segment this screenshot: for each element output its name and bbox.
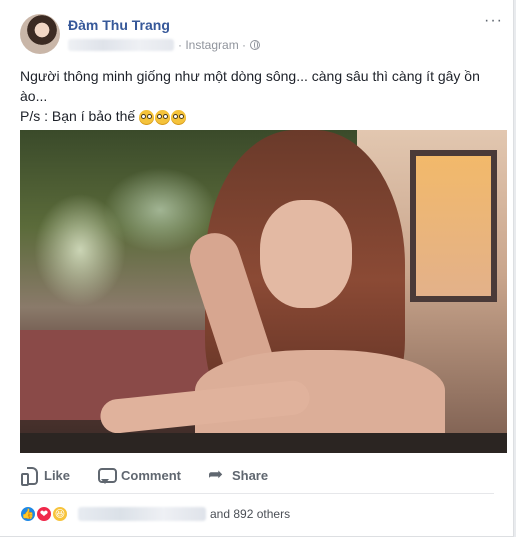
- post-text-line: P/s : Bạn í bảo thế: [20, 106, 500, 126]
- photo-subject-face: [260, 200, 352, 308]
- comment-bubble-icon: [97, 466, 118, 484]
- like-label: Like: [44, 467, 71, 483]
- reactors-names-redacted: [78, 507, 206, 521]
- share-button[interactable]: Share: [208, 464, 269, 485]
- divider: [20, 493, 494, 494]
- share-label: Share: [231, 467, 269, 483]
- haha-reaction-icon: 😆: [52, 506, 68, 522]
- nerd-emoji-icon: [139, 109, 155, 125]
- post-meta: · Instagram ·: [68, 38, 261, 52]
- author-name[interactable]: Đàm Thu Trang: [68, 17, 170, 33]
- thumbs-up-icon: [20, 466, 38, 486]
- share-arrow-icon: [208, 464, 226, 485]
- emoji-group: [139, 109, 187, 125]
- post-card: Đàm Thu Trang · Instagram · ··· Người th…: [0, 0, 514, 537]
- nerd-emoji-icon: [155, 109, 171, 125]
- globe-icon: [250, 40, 261, 50]
- post-text-line: Người thông minh giống như một dòng sông…: [20, 68, 480, 84]
- post-photo[interactable]: [20, 130, 507, 453]
- like-reaction-icon: 👍: [20, 506, 36, 522]
- post-source: · Instagram ·: [178, 38, 247, 52]
- nerd-emoji-icon: [171, 109, 187, 125]
- love-reaction-icon: ❤: [36, 506, 52, 522]
- comment-label: Comment: [121, 467, 181, 483]
- post-actions: Like Comment Share: [20, 464, 494, 486]
- reactions-count[interactable]: and 892 others: [210, 507, 290, 521]
- post-body: Người thông minh giống như một dòng sông…: [20, 66, 500, 126]
- reactions-summary[interactable]: 👍 ❤ 😆 and 892 others: [20, 505, 494, 523]
- post-ps-text: P/s : Bạn í bảo thế: [20, 108, 136, 124]
- photo-table: [20, 433, 507, 453]
- post-text-line: ào...: [20, 88, 48, 104]
- more-options-icon[interactable]: ···: [484, 12, 503, 30]
- photo-window: [410, 150, 497, 302]
- comment-button[interactable]: Comment: [97, 466, 181, 484]
- author-avatar[interactable]: [20, 14, 60, 54]
- like-button[interactable]: Like: [20, 466, 71, 486]
- timestamp-redacted[interactable]: [68, 39, 174, 51]
